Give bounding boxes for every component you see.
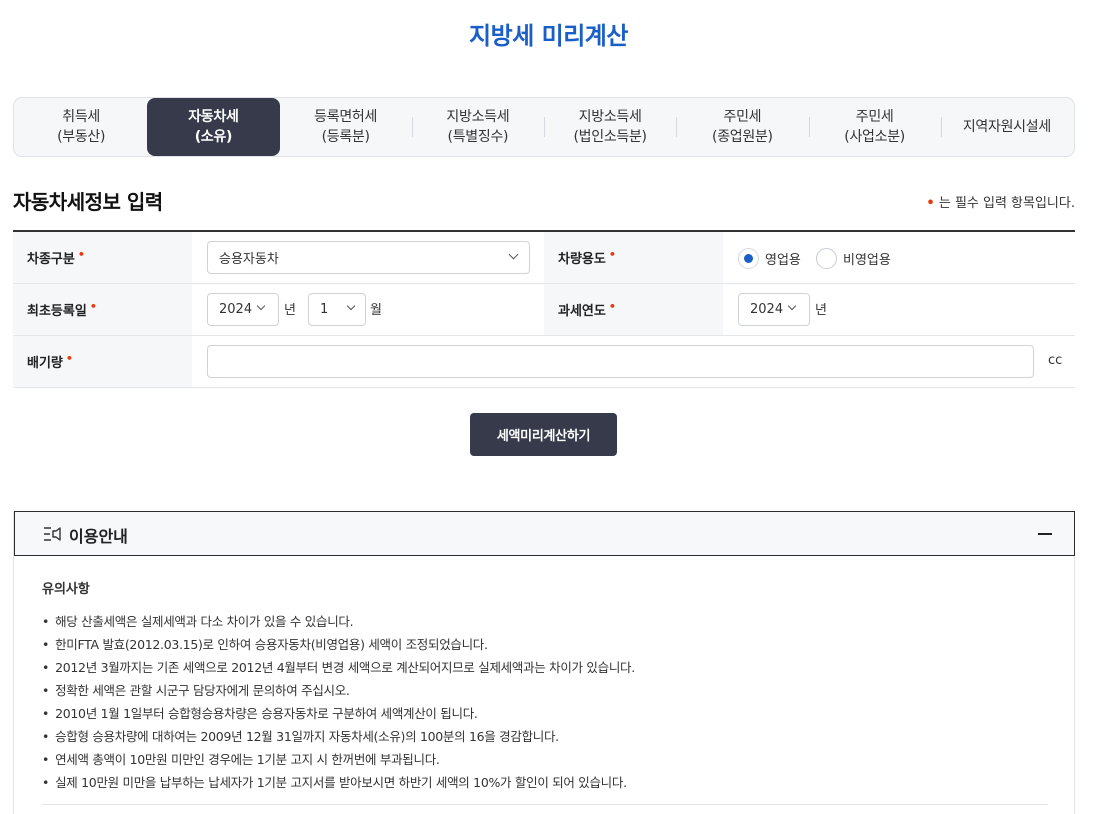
calculate-tax-button[interactable]: 세액미리계산하기	[470, 413, 617, 456]
usage-label: 차량용도 •	[544, 232, 723, 283]
tab-vehicle-tax[interactable]: 자동차세 (소유)	[147, 98, 280, 156]
usage-radio-business[interactable]: 영업용	[738, 248, 801, 269]
first-registration-label: 최초등록일 •	[13, 284, 192, 335]
notice-item: 한미FTA 발효(2012.03.15)로 인하여 승용자동차(비영업용) 세액…	[42, 633, 635, 656]
vehicle-type-label: 차종구분 •	[13, 232, 192, 283]
usage-guide-header[interactable]: 이용안내	[14, 511, 1075, 556]
first-registration-label-text: 최초등록일	[27, 304, 87, 319]
page-title: 지방세 미리계산	[469, 22, 628, 50]
chevron-down-icon	[787, 301, 797, 311]
tax-year-label-text: 과세연도	[558, 304, 606, 319]
displacement-label-text: 배기량	[27, 356, 63, 371]
vehicle-type-value: 승용자동차	[219, 252, 279, 267]
required-mark: •	[608, 300, 616, 313]
vehicle-tax-form: 차종구분 • 승용자동차 차량용도 • 영업용 비영업용 최초등록일 • 2024 년…	[13, 230, 1075, 388]
section-title: 자동차세정보 입력	[13, 190, 163, 214]
chevron-down-icon	[256, 301, 266, 311]
tax-year-label: 과세연도 •	[544, 284, 723, 335]
usage-guide-title: 이용안내	[69, 527, 128, 546]
notice-item: 정확한 세액은 관할 시군구 담당자에게 문의하여 주십시오.	[42, 679, 635, 702]
chevron-down-icon	[346, 301, 356, 311]
notice-item: 해당 산출세액은 실제세액과 다소 차이가 있을 수 있습니다.	[42, 610, 635, 633]
tab-acquisition-tax[interactable]: 취득세 (부동산)	[15, 98, 147, 156]
tax-year-select[interactable]: 2024	[738, 293, 810, 326]
vehicle-type-select[interactable]: 승용자동차	[207, 241, 530, 274]
usage-radio-non-business[interactable]: 비영업용	[816, 248, 891, 269]
radio-checked-icon	[738, 248, 759, 269]
notice-item: 승합형 승용차량에 대하여는 2009년 12월 31일까지 자동차세(소유)의…	[42, 725, 635, 748]
notice-item: 2010년 1월 1일부터 승합형승용차량은 승용자동차로 구분하여 세액계산이…	[42, 702, 635, 725]
registration-month-value: 1	[320, 302, 329, 317]
tab-resident-tax-employee[interactable]: 주민세 (종업원분)	[676, 98, 808, 156]
required-mark: •	[89, 300, 97, 313]
notice-title: 유의사항	[42, 582, 90, 597]
tab-regional-resource-facility-tax[interactable]: 지역자원시설세	[940, 98, 1073, 156]
displacement-input[interactable]	[207, 345, 1034, 378]
usage-label-text: 차량용도	[558, 252, 606, 267]
notice-list: 해당 산출세액은 실제세액과 다소 차이가 있을 수 있습니다. 한미FTA 발…	[42, 610, 635, 794]
tab-local-income-tax-corporate[interactable]: 지방소득세 (법인소득분)	[544, 98, 676, 156]
registration-year-value: 2024	[219, 302, 253, 317]
minus-icon[interactable]	[1038, 533, 1052, 535]
form-row-displacement: 배기량 • cc	[13, 336, 1075, 388]
form-row-vehicle-type: 차종구분 • 승용자동차 차량용도 • 영업용 비영업용	[13, 232, 1075, 284]
registration-year-select[interactable]: 2024	[207, 293, 279, 326]
form-row-registration: 최초등록일 • 2024 년 1 월 과세연도 • 2024 년	[13, 284, 1075, 336]
displacement-label: 배기량 •	[13, 336, 192, 387]
tax-year-unit: 년	[815, 303, 827, 318]
required-note: • 는 필수 입력 항목입니다.	[926, 192, 1075, 211]
usage-option-business: 영업용	[765, 253, 801, 268]
required-mark: •	[926, 196, 935, 211]
year-unit: 년	[284, 303, 296, 318]
usage-guide-panel: 이용안내 유의사항 해당 산출세액은 실제세액과 다소 차이가 있을 수 있습니…	[13, 511, 1075, 814]
registration-month-select[interactable]: 1	[308, 293, 366, 326]
month-unit: 월	[370, 303, 382, 318]
required-mark: •	[77, 248, 85, 261]
divider	[42, 804, 1048, 805]
radio-unchecked-icon	[816, 248, 837, 269]
required-note-text: 는 필수 입력 항목입니다.	[938, 196, 1075, 211]
tax-year-value: 2024	[750, 302, 784, 317]
vehicle-type-label-text: 차종구분	[27, 252, 75, 267]
notice-item: 2012년 3월까지는 기존 세액으로 2012년 4월부터 변경 세액으로 계…	[42, 656, 635, 679]
displacement-unit: cc	[1048, 353, 1063, 368]
megaphone-icon	[43, 526, 63, 546]
required-mark: •	[608, 248, 616, 261]
tab-resident-tax-business[interactable]: 주민세 (사업소분)	[808, 98, 941, 156]
chevron-down-icon	[508, 249, 519, 260]
notice-item: 실제 10만원 미만을 납부하는 납세자가 1기분 고지서를 받아보시면 하반기…	[42, 771, 635, 794]
notice-item: 연세액 총액이 10만원 미만인 경우에는 1기분 고지 시 한꺼번에 부과됩니…	[42, 748, 635, 771]
tab-local-income-tax-special[interactable]: 지방소득세 (특별징수)	[411, 98, 544, 156]
required-mark: •	[65, 352, 73, 365]
usage-option-non-business: 비영업용	[843, 253, 891, 268]
tab-registration-license-tax[interactable]: 등록면허세 (등록분)	[280, 98, 412, 156]
tax-type-tabs: 취득세 (부동산) 자동차세 (소유) 등록면허세 (등록분) 지방소득세 (특…	[13, 97, 1075, 157]
